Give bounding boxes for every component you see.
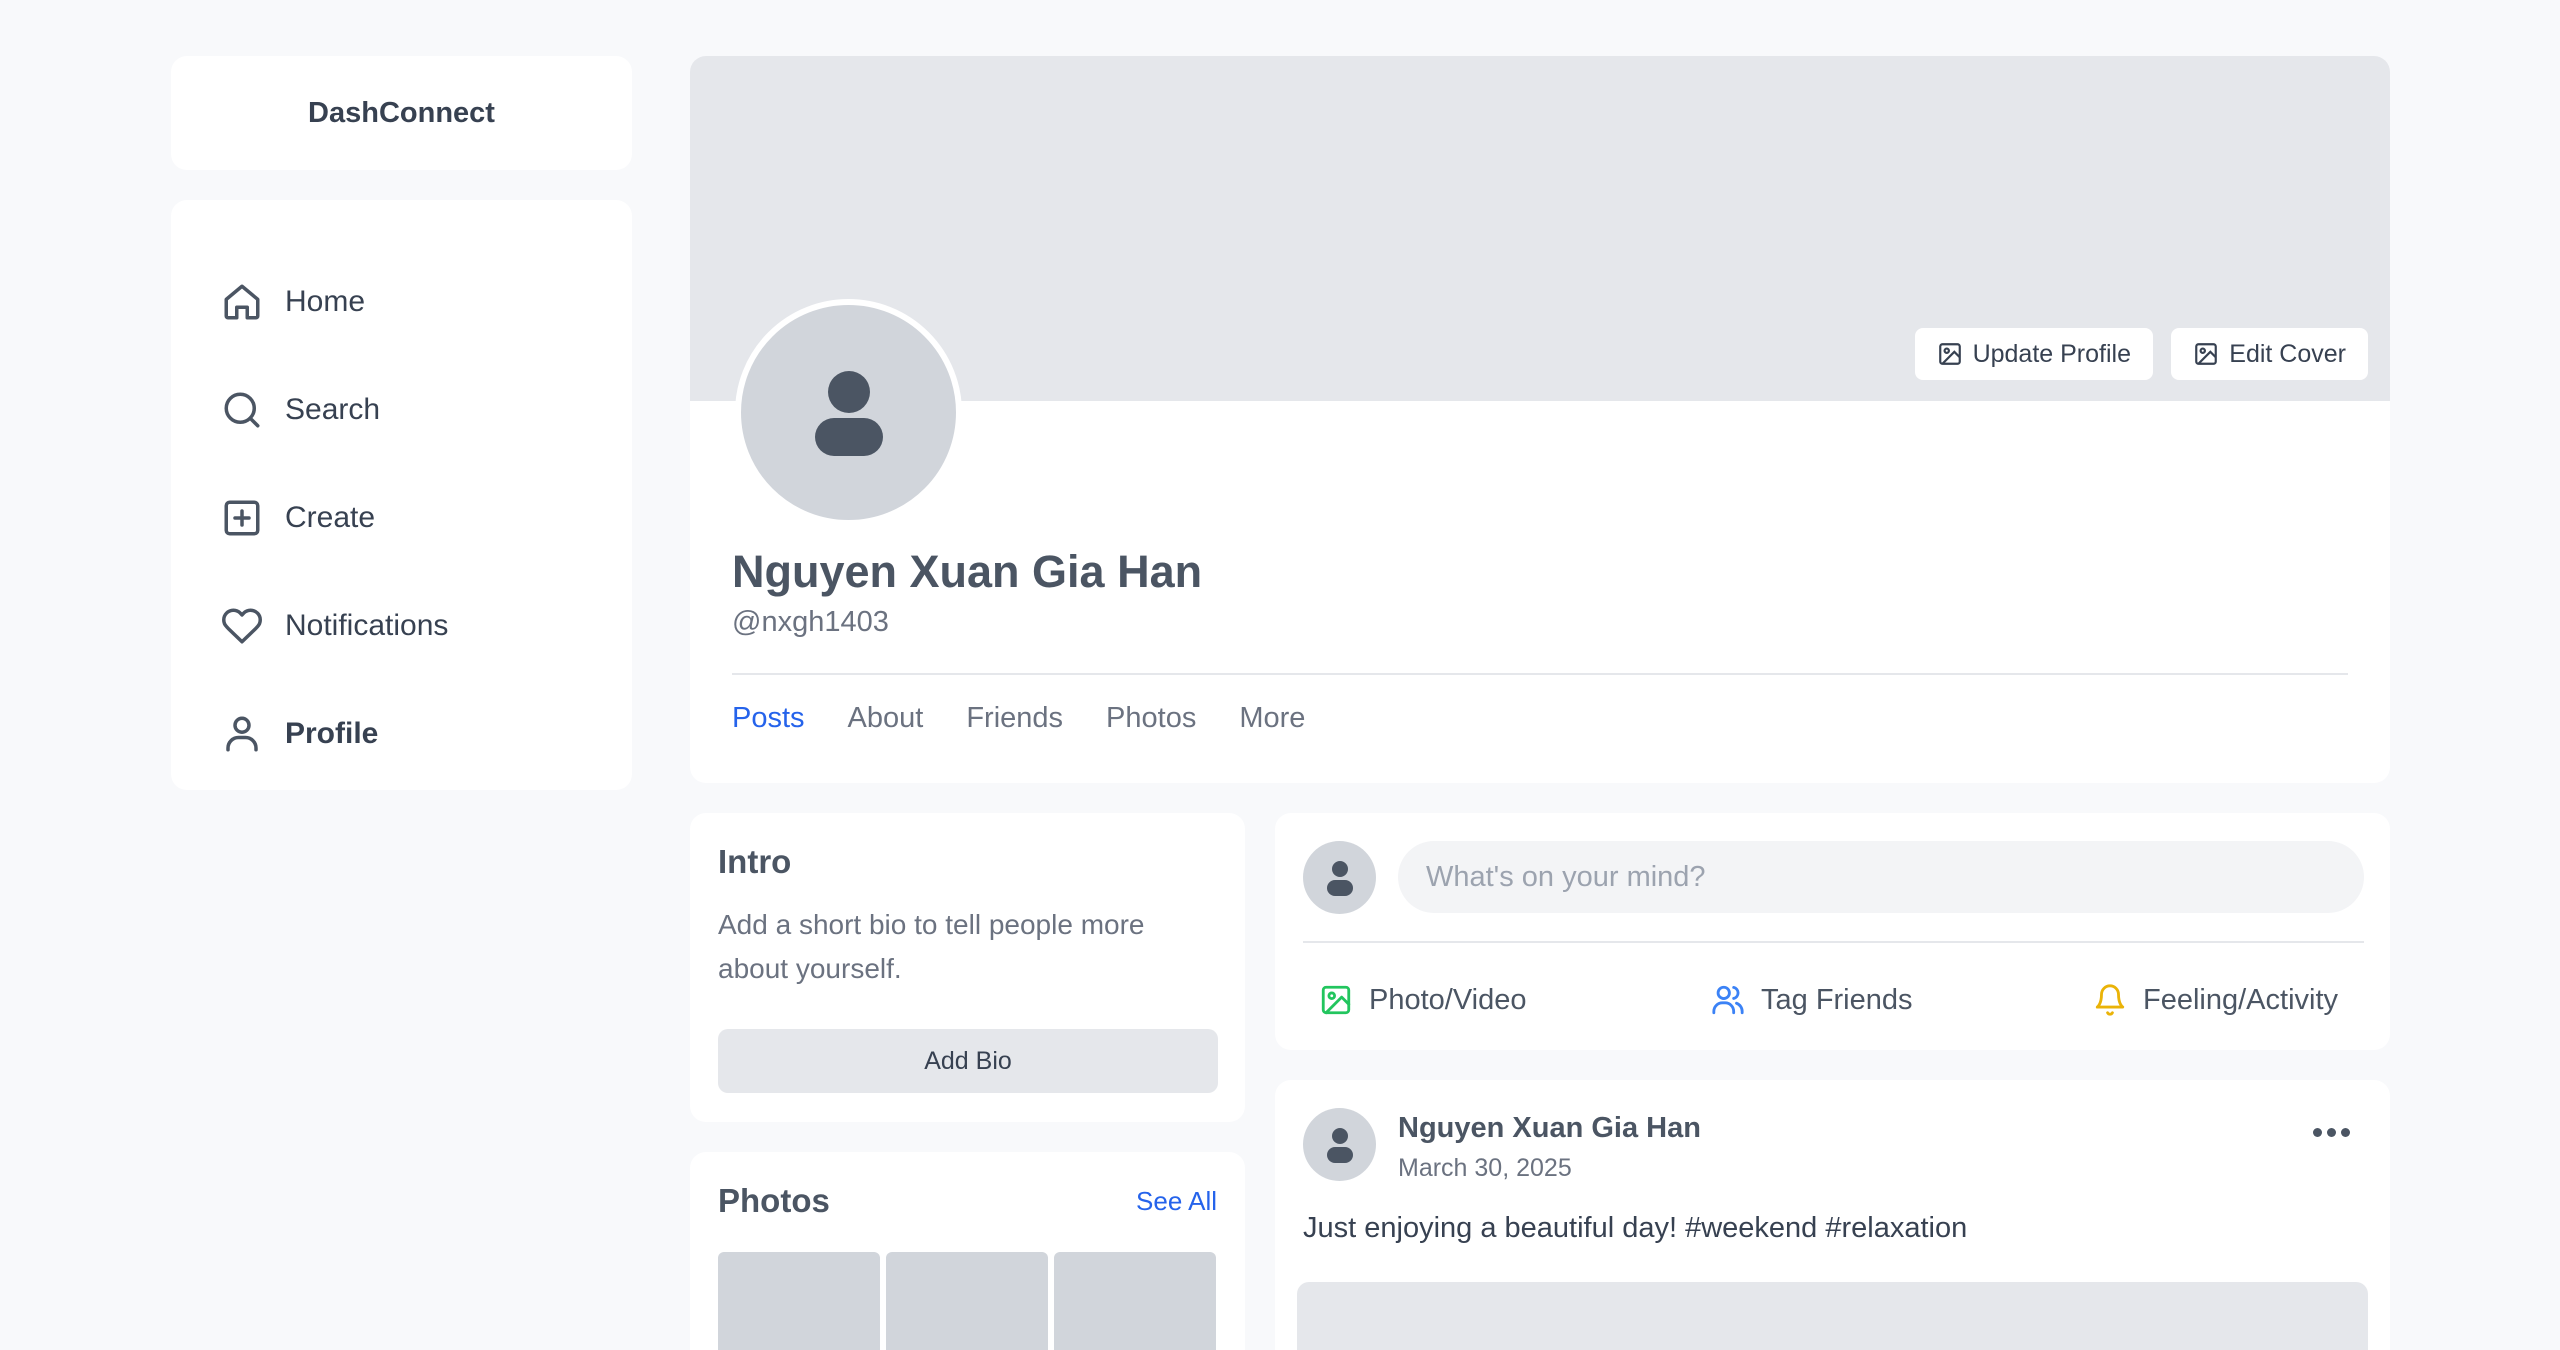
profile-tabs: Posts About Friends Photos More bbox=[732, 702, 1305, 735]
sidebar-item-notifications[interactable]: Notifications bbox=[171, 572, 632, 680]
feeling-activity-button[interactable]: Feeling/Activity bbox=[2093, 983, 2338, 1017]
divider bbox=[732, 673, 2348, 675]
plus-square-icon bbox=[224, 500, 260, 536]
post-card: Nguyen Xuan Gia Han March 30, 2025 Just … bbox=[1275, 1080, 2390, 1350]
sidebar-item-create[interactable]: Create bbox=[171, 464, 632, 572]
intro-text: Add a short bio to tell people more abou… bbox=[718, 909, 1145, 984]
tag-friends-label: Tag Friends bbox=[1761, 983, 1913, 1016]
user-avatar-icon bbox=[814, 370, 883, 456]
brand-name[interactable]: DashConnect bbox=[308, 97, 495, 130]
photo-grid bbox=[718, 1252, 1216, 1350]
profile-handle: @nxgh1403 bbox=[732, 606, 889, 638]
tab-about[interactable]: About bbox=[848, 702, 924, 735]
photos-card: Photos See All bbox=[690, 1152, 1245, 1350]
post-composer: Photo/Video Tag Friends Feeling/Activity bbox=[1275, 813, 2390, 1050]
photo-thumbnail[interactable] bbox=[1054, 1252, 1216, 1350]
intro-card: Intro Add a short bio to tell people mor… bbox=[690, 813, 1245, 1122]
post-author-name[interactable]: Nguyen Xuan Gia Han bbox=[1398, 1112, 1701, 1145]
image-icon bbox=[2195, 343, 2218, 365]
home-icon bbox=[224, 284, 260, 320]
dot bbox=[2313, 1128, 2322, 1137]
bell-icon bbox=[2095, 984, 2125, 1016]
sidebar-item-label: Profile bbox=[285, 717, 379, 750]
post-media[interactable] bbox=[1297, 1282, 2368, 1350]
tab-more[interactable]: More bbox=[1239, 702, 1305, 735]
sidebar-item-label: Search bbox=[285, 393, 381, 426]
intro-title: Intro bbox=[718, 843, 792, 880]
tab-photos[interactable]: Photos bbox=[1106, 702, 1196, 735]
photos-header: Photos See All bbox=[718, 1182, 1217, 1220]
dot bbox=[2327, 1128, 2336, 1137]
update-profile-button[interactable]: Update Profile bbox=[1914, 328, 2153, 380]
user-icon bbox=[226, 716, 258, 752]
feeling-activity-label: Feeling/Activity bbox=[2143, 983, 2339, 1016]
see-all-link[interactable]: See All bbox=[1136, 1186, 1217, 1217]
edit-cover-button[interactable]: Edit Cover bbox=[2171, 328, 2368, 380]
user-avatar-icon bbox=[1326, 860, 1353, 896]
sidebar-item-label: Notifications bbox=[285, 609, 449, 642]
sidebar-item-profile[interactable]: Profile bbox=[171, 680, 632, 788]
sidebar-item-label: Create bbox=[285, 501, 376, 534]
post-date: March 30, 2025 bbox=[1398, 1154, 1572, 1182]
sidebar-item-home[interactable]: Home bbox=[171, 248, 632, 356]
page: DashConnect Home Search Create Notificat… bbox=[0, 0, 2560, 1350]
sidebar-item-search[interactable]: Search bbox=[171, 356, 632, 464]
update-profile-label: Update Profile bbox=[1972, 339, 2131, 368]
sidebar-nav: Home Search Create Notifications Profile bbox=[171, 200, 632, 790]
search-icon bbox=[224, 392, 260, 428]
edit-cover-label: Edit Cover bbox=[2229, 339, 2346, 368]
photo-thumbnail[interactable] bbox=[718, 1252, 880, 1350]
sidebar-item-label: Home bbox=[285, 285, 366, 318]
image-icon bbox=[1938, 343, 1961, 365]
tab-posts[interactable]: Posts bbox=[732, 702, 805, 735]
composer-input[interactable] bbox=[1398, 841, 2364, 913]
tab-friends[interactable]: Friends bbox=[966, 702, 1063, 735]
photos-title: Photos bbox=[718, 1182, 830, 1219]
photo-thumbnail[interactable] bbox=[886, 1252, 1048, 1350]
post-author-avatar[interactable] bbox=[1303, 1108, 1376, 1181]
more-options-icon[interactable] bbox=[2313, 1128, 2350, 1137]
image-icon bbox=[1321, 985, 1351, 1015]
brand-card: DashConnect bbox=[171, 56, 632, 170]
photo-video-label: Photo/Video bbox=[1369, 983, 1527, 1016]
user-avatar-icon bbox=[1326, 1127, 1353, 1163]
tag-friends-button[interactable]: Tag Friends bbox=[1711, 983, 1913, 1017]
dot bbox=[2341, 1128, 2350, 1137]
heart-icon bbox=[222, 608, 262, 644]
profile-header-card: Update Profile Edit Cover Nguyen Xuan Gi… bbox=[690, 56, 2390, 783]
post-text: Just enjoying a beautiful day! #weekend … bbox=[1303, 1212, 1968, 1244]
add-bio-button[interactable]: Add Bio bbox=[718, 1029, 1218, 1093]
photo-video-button[interactable]: Photo/Video bbox=[1319, 983, 1527, 1017]
users-icon bbox=[1712, 985, 1744, 1015]
profile-name: Nguyen Xuan Gia Han bbox=[732, 546, 1203, 597]
divider bbox=[1303, 941, 2364, 943]
composer-avatar bbox=[1303, 841, 1376, 914]
profile-avatar[interactable] bbox=[735, 299, 962, 526]
